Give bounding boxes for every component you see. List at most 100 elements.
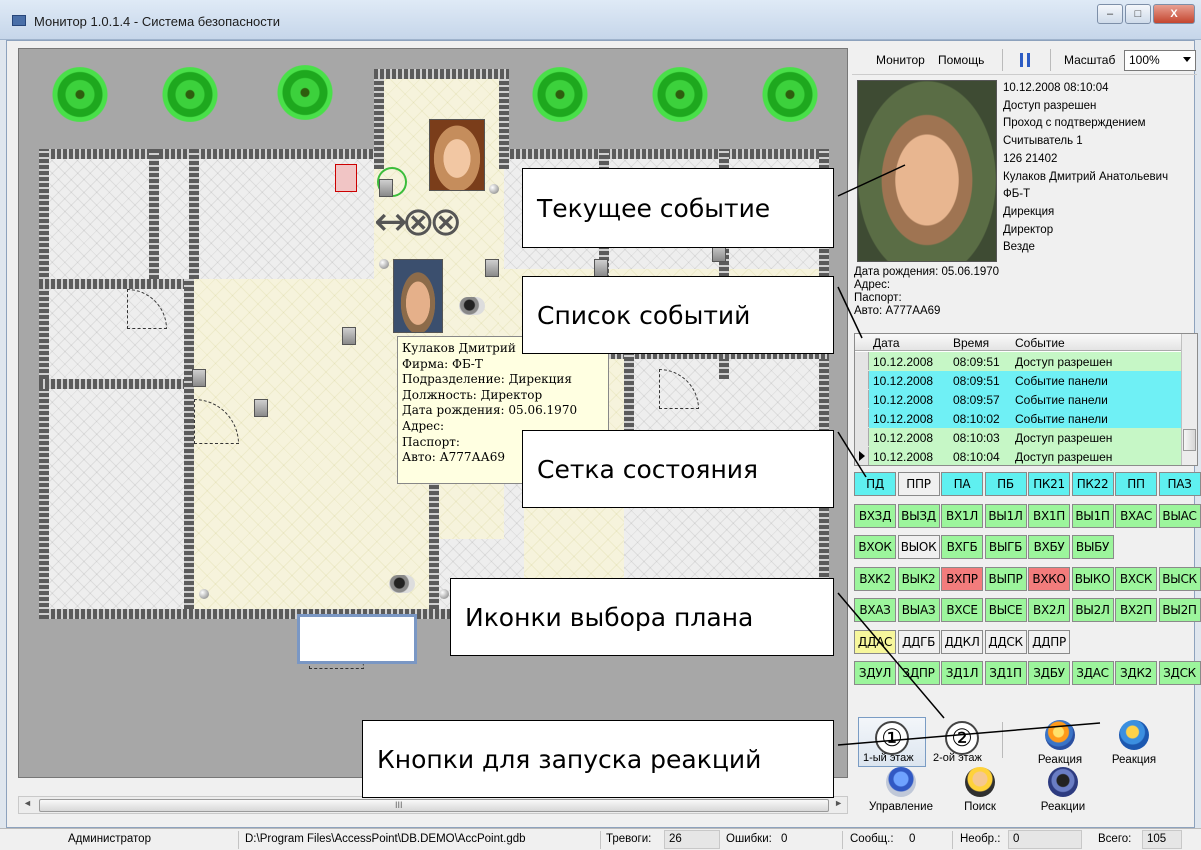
plan-floor-2-button[interactable]: ② 2-ой этаж <box>928 717 996 767</box>
table-row[interactable]: 10.12.2008 08:10:02 Событие панели <box>855 409 1183 428</box>
status-cell[interactable]: ЗДАС <box>1071 661 1114 685</box>
status-cell[interactable]: ЗДУЛ <box>854 661 896 685</box>
reader-device-icon[interactable] <box>485 259 499 277</box>
row-marker[interactable] <box>858 447 869 465</box>
camera-icon[interactable] <box>389 575 415 593</box>
camera-icon[interactable] <box>459 297 485 315</box>
status-cell[interactable]: ЗДСК <box>1158 661 1201 685</box>
panel-device-icon[interactable] <box>335 164 357 192</box>
status-cell[interactable]: ВХКО <box>1028 566 1070 591</box>
status-cell[interactable]: ПБ <box>984 472 1027 496</box>
menu-help[interactable]: Помощь <box>938 53 984 67</box>
status-cell[interactable]: ВХАЗ <box>854 598 896 622</box>
reader-device-icon[interactable] <box>342 327 356 345</box>
status-cell[interactable]: ВХК2 <box>854 566 896 591</box>
scroll-left-icon[interactable]: ◄ <box>23 798 32 808</box>
status-cell[interactable]: ВХ2П <box>1115 598 1157 622</box>
status-cell[interactable]: ПК22 <box>1071 472 1114 496</box>
scroll-thumb[interactable]: III <box>39 799 829 812</box>
status-cell[interactable]: ВХАС <box>1115 503 1157 528</box>
fire-reaction-button[interactable]: Реакция <box>1030 720 1090 766</box>
maximize-button[interactable]: □ <box>1125 4 1151 24</box>
row-marker[interactable] <box>858 390 869 408</box>
status-cell[interactable]: ВХСЕ <box>941 598 983 622</box>
plan-floor-1-button[interactable]: ① 1-ый этаж <box>858 717 926 767</box>
status-cell[interactable]: ВЫАЗ <box>897 598 940 622</box>
search-button[interactable]: Поиск <box>950 767 1010 813</box>
status-cell[interactable]: ВЫ1П <box>1071 503 1114 528</box>
reader-device-icon[interactable] <box>192 369 206 387</box>
table-row[interactable]: 10.12.2008 08:09:57 Событие панели <box>855 390 1183 409</box>
status-cell[interactable]: ВЫСК <box>1158 566 1201 591</box>
status-cell[interactable]: ПП <box>1115 472 1157 496</box>
status-cell[interactable]: ВЫОК <box>897 535 940 559</box>
plan-horizontal-scrollbar[interactable]: ◄ III ► <box>18 796 848 814</box>
turnstile-icon[interactable]: ↔⊗⊗ <box>374 199 494 249</box>
status-cell[interactable]: ВЫ2Л <box>1071 598 1114 622</box>
status-cell[interactable]: ПАЗ <box>1158 472 1201 496</box>
sensor-icon[interactable] <box>379 259 389 269</box>
status-cell[interactable]: ВЫПР <box>984 566 1027 591</box>
status-cell[interactable]: ДДПР <box>1028 629 1070 654</box>
person-photo-woman[interactable] <box>429 119 485 191</box>
row-marker[interactable] <box>858 371 869 389</box>
status-cell[interactable]: ВХГБ <box>941 535 983 559</box>
scale-select[interactable]: 100% <box>1124 50 1196 71</box>
status-cell[interactable]: ВХБУ <box>1028 535 1070 559</box>
events-table[interactable]: Дата Время Событие 10.12.2008 08:09:51 Дос… <box>854 333 1198 466</box>
reader-device-icon[interactable] <box>379 179 393 197</box>
table-row[interactable]: 10.12.2008 08:09:51 Событие панели <box>855 371 1183 390</box>
status-cell[interactable]: ДДСК <box>984 629 1027 654</box>
status-cell[interactable]: ВЫАС <box>1158 503 1201 528</box>
sensor-icon[interactable] <box>439 589 449 599</box>
table-row[interactable]: 10.12.2008 08:10:04 Доступ разрешен <box>855 447 1183 465</box>
status-cell[interactable]: ЗДК2 <box>1115 661 1157 685</box>
col-date[interactable]: Дата <box>873 336 900 350</box>
status-cell[interactable]: ВЫЗД <box>897 503 940 528</box>
events-scrollbar[interactable] <box>1181 334 1197 465</box>
row-marker[interactable] <box>858 352 869 370</box>
reactions-button[interactable]: Реакции <box>1030 767 1096 813</box>
reader-device-icon[interactable] <box>594 259 608 277</box>
status-cell[interactable]: ВХЗД <box>854 503 896 528</box>
status-cell[interactable]: ДДГБ <box>897 629 940 654</box>
status-cell[interactable]: ВЫК2 <box>897 566 940 591</box>
status-cell[interactable]: ВЫСЕ <box>984 598 1027 622</box>
reader-device-icon[interactable] <box>254 399 268 417</box>
sensor-icon[interactable] <box>489 184 499 194</box>
pause-icon[interactable] <box>1020 53 1030 67</box>
status-cell[interactable]: ДДКЛ <box>941 629 983 654</box>
scroll-right-icon[interactable]: ► <box>834 798 843 808</box>
chevron-down-icon[interactable] <box>1183 57 1191 62</box>
status-cell[interactable]: ППР <box>897 472 940 496</box>
table-row[interactable]: 10.12.2008 08:10:03 Доступ разрешен <box>855 428 1183 447</box>
col-time[interactable]: Время <box>953 336 989 350</box>
status-cell[interactable]: ВЫ2П <box>1158 598 1201 622</box>
scroll-thumb[interactable] <box>1183 429 1196 451</box>
status-cell[interactable]: ПК21 <box>1028 472 1070 496</box>
status-cell[interactable]: ЗДБУ <box>1028 661 1070 685</box>
status-cell[interactable]: ДДАС <box>854 629 896 654</box>
status-cell[interactable]: ЗДПР <box>897 661 940 685</box>
status-cell[interactable]: ВХСК <box>1115 566 1157 591</box>
status-cell[interactable]: ПА <box>941 472 983 496</box>
status-cell[interactable]: ВЫ1Л <box>984 503 1027 528</box>
col-event[interactable]: Событие <box>1015 336 1065 350</box>
close-button[interactable]: X <box>1153 4 1195 24</box>
status-cell[interactable]: ЗД1П <box>984 661 1027 685</box>
status-cell[interactable]: ВЫКО <box>1071 566 1114 591</box>
sensor-icon[interactable] <box>199 589 209 599</box>
status-cell[interactable]: ВЫГБ <box>984 535 1027 559</box>
status-cell[interactable]: ВХ1Л <box>941 503 983 528</box>
menu-monitor[interactable]: Монитор <box>876 53 925 67</box>
alarm-reaction-button[interactable]: Реакция <box>1104 720 1164 766</box>
control-button[interactable]: Управление <box>858 767 944 813</box>
row-marker[interactable] <box>858 409 869 427</box>
status-cell[interactable]: ВХ1П <box>1028 503 1070 528</box>
row-marker[interactable] <box>858 428 869 446</box>
status-cell[interactable]: ВХПР <box>941 566 983 591</box>
floor-plan[interactable]: ↔⊗⊗ Кулаков Дмитрий Фирма: ФБ-Т Подразде… <box>18 48 848 778</box>
status-cell[interactable]: ЗД1Л <box>941 661 983 685</box>
status-cell[interactable]: ВХОК <box>854 535 896 559</box>
status-cell[interactable]: ПД <box>854 472 896 496</box>
